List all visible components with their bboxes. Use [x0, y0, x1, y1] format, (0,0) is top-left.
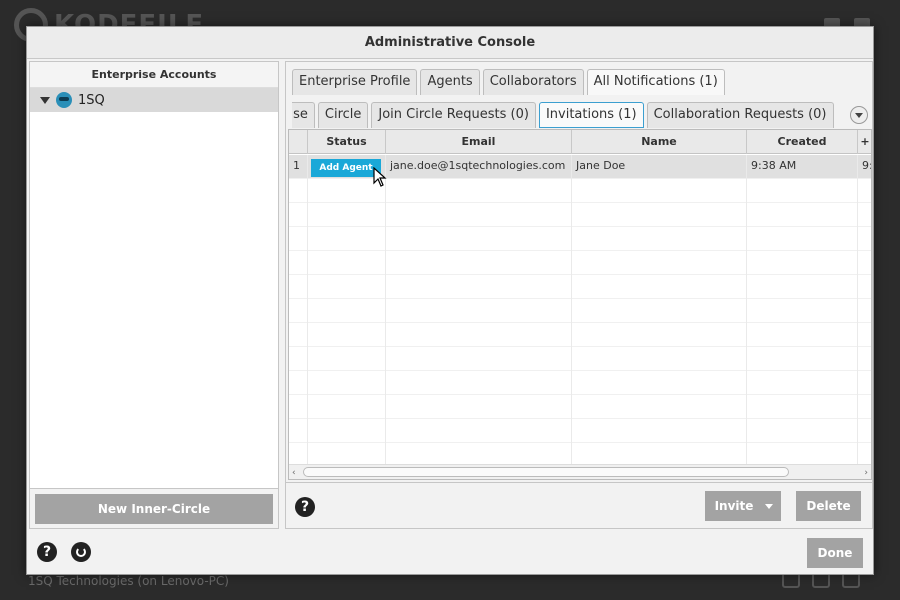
notifications-panel: Enterprise Profile Agents Collaborators … [285, 61, 873, 529]
right-panel-footer: ? Invite Delete [286, 482, 872, 528]
column-header-index [289, 130, 308, 154]
empty-row [289, 419, 871, 443]
add-agent-button[interactable]: Add Agent [311, 159, 381, 177]
new-inner-circle-button[interactable]: New Inner-Circle [35, 494, 273, 524]
empty-row [289, 275, 871, 299]
scroll-right-icon[interactable]: › [864, 468, 868, 478]
empty-row [289, 251, 871, 275]
enterprise-accounts-header: Enterprise Accounts [30, 62, 278, 88]
empty-row [289, 299, 871, 323]
done-button[interactable]: Done [807, 538, 863, 568]
table-header: Status Email Name Created + [289, 130, 871, 154]
mouse-cursor-icon [373, 167, 387, 187]
column-header-created[interactable]: Created [747, 130, 858, 154]
tab-enterprise[interactable]: Enterprise [292, 102, 315, 128]
column-menu-button[interactable]: + [858, 130, 871, 154]
enterprise-accounts-panel: Enterprise Accounts 1SQ New Inner-Circle [29, 61, 279, 529]
column-header-status[interactable]: Status [308, 130, 386, 154]
secondary-tabs: Enterprise Circle Join Circle Requests (… [292, 102, 854, 128]
primary-tabs: Enterprise Profile Agents Collaborators … [292, 69, 725, 95]
column-header-email[interactable]: Email [386, 130, 572, 154]
column-header-name[interactable]: Name [572, 130, 747, 154]
name-cell: Jane Doe [572, 155, 747, 179]
tree-item-label: 1SQ [78, 92, 105, 108]
admin-console-dialog: Administrative Console Enterprise Accoun… [26, 26, 874, 575]
tab-agents[interactable]: Agents [420, 69, 480, 95]
expand-arrow-icon[interactable] [40, 96, 50, 104]
horizontal-scrollbar[interactable]: ‹ › [289, 464, 871, 479]
tab-collaborators[interactable]: Collaborators [482, 69, 584, 95]
overflow-cell: 9:4 [858, 155, 871, 179]
tab-join-circle-requests[interactable]: Join Circle Requests (0) [371, 102, 536, 128]
delete-button[interactable]: Delete [796, 491, 861, 521]
tab-enterprise-profile[interactable]: Enterprise Profile [292, 69, 418, 95]
empty-row [289, 371, 871, 395]
tab-all-notifications[interactable]: All Notifications (1) [586, 69, 725, 95]
invite-label: Invite [714, 499, 754, 513]
help-icon[interactable]: ? [295, 497, 315, 517]
table-body: 1 Add Agent jane.doe@1sqtechnologies.com… [289, 155, 871, 467]
empty-row [289, 203, 871, 227]
row-index: 1 [289, 155, 308, 179]
empty-row [289, 227, 871, 251]
created-cell: 9:38 AM [747, 155, 858, 179]
empty-row [289, 395, 871, 419]
scroll-left-icon[interactable]: ‹ [292, 468, 296, 478]
tab-collaboration-requests[interactable]: Collaboration Requests (0) [646, 102, 834, 128]
scrollbar-thumb[interactable] [303, 467, 789, 477]
refresh-icon[interactable] [71, 542, 91, 562]
chevron-down-icon [765, 504, 773, 509]
left-panel-footer: New Inner-Circle [30, 488, 278, 528]
email-cell: jane.doe@1sqtechnologies.com [386, 155, 572, 179]
tab-circle[interactable]: Circle [317, 102, 369, 128]
enterprise-icon [56, 92, 72, 108]
empty-row [289, 323, 871, 347]
tree-item-1sq[interactable]: 1SQ [30, 88, 278, 112]
empty-row [289, 347, 871, 371]
help-icon[interactable]: ? [37, 542, 57, 562]
dialog-footer: ? Done [27, 530, 873, 574]
dialog-title: Administrative Console [27, 27, 873, 59]
tabs-overflow-button[interactable] [850, 106, 868, 124]
tab-invitations[interactable]: Invitations (1) [538, 102, 644, 128]
invite-button[interactable]: Invite [705, 491, 781, 521]
status-text: 1SQ Technologies (on Lenovo-PC) [28, 574, 229, 588]
